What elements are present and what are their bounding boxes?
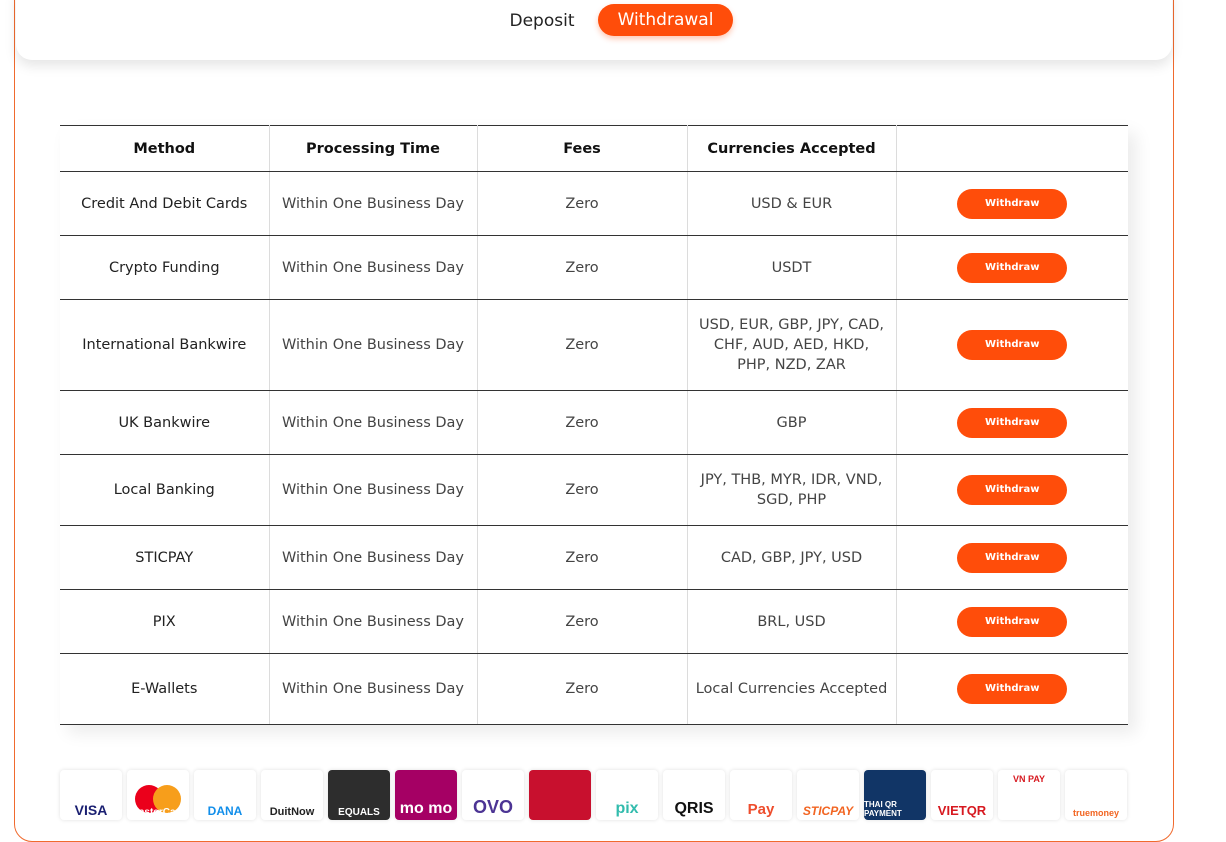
currencies-cell: Local Currencies Accepted [687,653,897,725]
time-cell: Within One Business Day [269,525,478,590]
withdraw-button[interactable]: Withdraw [957,542,1068,573]
fees-cell: Zero [477,390,688,455]
truemoney-logo: truemoney [1065,770,1127,820]
currencies-cell: USD & EUR [687,171,897,236]
fees-cell: Zero [477,235,688,300]
equals-logo: EQUALS [328,770,390,820]
header-processing-time: Processing Time [269,125,478,172]
table-row: PIX Within One Business Day Zero BRL, US… [60,589,1128,654]
pix-logo: pix [596,770,658,820]
currencies-cell: CAD, GBP, JPY, USD [687,525,897,590]
tab-bar: Deposit Withdrawal [16,0,1172,60]
currencies-cell: GBP [687,390,897,455]
table-row: Local Banking Within One Business Day Ze… [60,454,1128,526]
withdraw-button[interactable]: Withdraw [957,475,1068,505]
payment-logos-strip: VISA MasterCard DANA DuitNow EQUALS mo m… [60,770,1130,820]
table-header-row: Method Processing Time Fees Currencies A… [60,125,1128,172]
method-cell: UK Bankwire [60,390,270,455]
momo-logo: mo mo [395,770,457,820]
ovo-logo: OVO [462,770,524,820]
withdraw-button[interactable]: Withdraw [957,674,1068,704]
table-row: Credit And Debit Cards Within One Busine… [60,171,1128,236]
shopeepay-logo: Pay [730,770,792,820]
prima-logo [529,770,591,820]
action-cell: Withdraw [896,171,1128,236]
thaiqr-logo: THAI QR PAYMENT [864,770,926,820]
fees-cell: Zero [477,171,688,236]
table-row: Crypto Funding Within One Business Day Z… [60,235,1128,300]
header-method: Method [60,125,270,172]
fees-cell: Zero [477,525,688,590]
action-cell: Withdraw [896,390,1128,455]
table-row: STICPAY Within One Business Day Zero CAD… [60,525,1128,590]
time-cell: Within One Business Day [269,589,478,654]
header-fees: Fees [477,125,688,172]
table-row: UK Bankwire Within One Business Day Zero… [60,390,1128,455]
withdraw-button[interactable]: Withdraw [957,606,1068,637]
methods-table: Method Processing Time Fees Currencies A… [60,125,1128,725]
action-cell: Withdraw [896,525,1128,590]
method-cell: Local Banking [60,454,270,526]
time-cell: Within One Business Day [269,235,478,300]
qris-logo: QRIS [663,770,725,820]
table-row: International Bankwire Within One Busine… [60,299,1128,391]
method-cell: International Bankwire [60,299,270,391]
dana-logo: DANA [194,770,256,820]
method-cell: E-Wallets [60,653,270,725]
fees-cell: Zero [477,299,688,391]
header-action [896,125,1128,172]
withdraw-button[interactable]: Withdraw [957,330,1068,360]
currencies-cell: BRL, USD [687,589,897,654]
time-cell: Within One Business Day [269,653,478,725]
action-cell: Withdraw [896,454,1128,526]
time-cell: Within One Business Day [269,454,478,526]
withdraw-button[interactable]: Withdraw [957,252,1068,283]
time-cell: Within One Business Day [269,299,478,391]
duitnow-logo: DuitNow [261,770,323,820]
header-currencies: Currencies Accepted [687,125,897,172]
sticpay-logo: STICPAY [797,770,859,820]
time-cell: Within One Business Day [269,390,478,455]
table-row: E-Wallets Within One Business Day Zero L… [60,653,1128,725]
withdraw-button[interactable]: Withdraw [957,407,1068,438]
method-cell: STICPAY [60,525,270,590]
currencies-cell: USDT [687,235,897,300]
fees-cell: Zero [477,454,688,526]
currencies-cell: USD, EUR, GBP, JPY, CAD, CHF, AUD, AED, … [687,299,897,391]
action-cell: Withdraw [896,653,1128,725]
action-cell: Withdraw [896,589,1128,654]
method-cell: Crypto Funding [60,235,270,300]
withdraw-button[interactable]: Withdraw [957,188,1068,219]
tab-withdrawal[interactable]: Withdrawal [598,4,733,36]
tab-deposit[interactable]: Deposit [500,8,584,34]
action-cell: Withdraw [896,299,1128,391]
fees-cell: Zero [477,589,688,654]
method-cell: PIX [60,589,270,654]
currencies-cell: JPY, THB, MYR, IDR, VND, SGD, PHP [687,454,897,526]
vnpay-logo: VN PAY [998,770,1060,820]
time-cell: Within One Business Day [269,171,478,236]
visa-logo: VISA [60,770,122,820]
fees-cell: Zero [477,653,688,725]
action-cell: Withdraw [896,235,1128,300]
vietqr-logo: VIETQR [931,770,993,820]
method-cell: Credit And Debit Cards [60,171,270,236]
mastercard-logo: MasterCard [127,770,189,820]
